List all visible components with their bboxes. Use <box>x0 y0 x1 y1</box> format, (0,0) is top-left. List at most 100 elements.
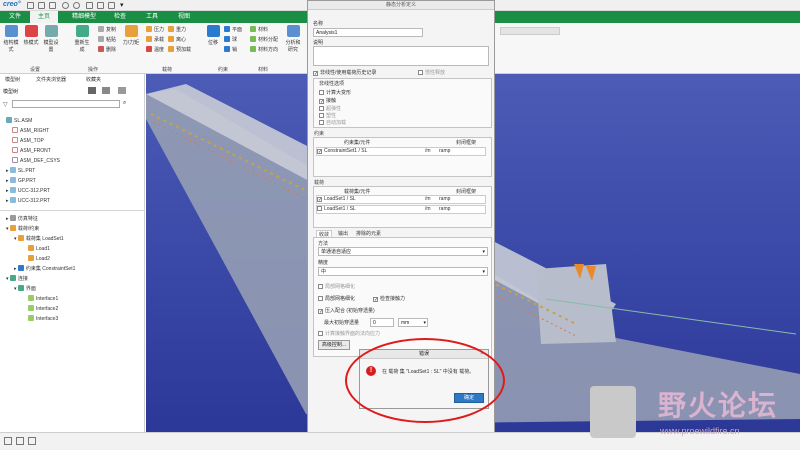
tab-view[interactable]: 视图 <box>172 11 196 23</box>
auto-load-checkbox[interactable]: 自动加载 <box>319 119 346 126</box>
tab-folder-browser[interactable]: 文件夹浏览器 <box>34 76 68 84</box>
save-icon[interactable] <box>49 2 56 9</box>
tree-item-interface[interactable]: Interface2 <box>28 304 58 314</box>
tree-item-datum[interactable]: ASM_FRONT <box>12 146 51 156</box>
local-mesh-checkbox[interactable]: 局部网格细化 <box>318 283 355 290</box>
structure-mode-button[interactable]: 结构模式 <box>2 25 20 53</box>
material-orientation-button[interactable]: 材料方向 <box>250 45 278 55</box>
tab-excluded-elements[interactable]: 排除的元素 <box>354 230 383 237</box>
plane-button[interactable]: 平面 <box>224 25 242 35</box>
tree-item-connections[interactable]: ▾ 连接 <box>6 274 28 284</box>
tree-item-loadset[interactable]: ▾ 载荷集 LoadSet1 <box>14 234 64 244</box>
hyperelastic-checkbox[interactable]: 超弹性 <box>319 105 341 112</box>
tree-item-interface[interactable]: Interface1 <box>28 294 58 304</box>
undo-icon[interactable] <box>62 2 69 9</box>
max-penetration-input[interactable]: 0 <box>370 318 394 327</box>
tree-item-part[interactable]: ▸ GP.PRT <box>6 176 36 186</box>
displacement-button[interactable]: 位移 <box>204 25 222 46</box>
rigid-refine-checkbox[interactable]: 局部网格细化 <box>318 295 355 302</box>
toggle-browser-icon[interactable] <box>16 437 24 445</box>
model-setup-button[interactable]: 模型设置 <box>42 25 60 53</box>
tab-home[interactable]: 主页 <box>30 11 58 23</box>
constraints-table: 约束集/元件 封闭框架 ✓ ConstraintSet1 / SL/m ramp <box>313 137 492 177</box>
dialog-title: 静态分析定义 <box>308 1 494 10</box>
tree-search-input[interactable] <box>12 100 120 108</box>
pin-icon <box>224 46 230 52</box>
tree-item-part[interactable]: ▸ SL.PRT <box>6 166 35 176</box>
inertia-relief-checkbox[interactable]: 惯性释放 <box>418 69 445 76</box>
bearing-button[interactable]: 承载 <box>146 35 164 45</box>
search-icon[interactable]: ⌕ <box>123 100 126 107</box>
datum-plane-icon <box>12 127 18 133</box>
show-icon[interactable] <box>118 87 126 94</box>
delete-button[interactable]: 删除 <box>98 45 116 55</box>
constraint-icon <box>17 265 24 271</box>
tree-item-constraintset[interactable]: ▸ 约束集 ConstraintSet1 <box>14 264 75 274</box>
description-input[interactable] <box>313 46 489 66</box>
new-file-icon[interactable] <box>27 2 34 9</box>
thermal-mode-button[interactable]: 热模式 <box>22 25 40 46</box>
creo-logo: creo° <box>3 1 21 8</box>
nonlinear-history-checkbox[interactable]: ✓ 非线性/使用载荷历史记录 <box>313 69 376 77</box>
tab-output[interactable]: 输出 <box>336 230 350 237</box>
plasticity-checkbox[interactable]: 塑性 <box>319 112 336 119</box>
tab-model-tree[interactable]: 模型树 <box>3 76 22 84</box>
temperature-button[interactable]: 温度 <box>146 45 164 55</box>
tree-item-csys[interactable]: ASM_DEF_CSYS <box>12 156 60 166</box>
tree-item-loads-constraints[interactable]: ▾ 载荷/约束 <box>6 224 39 234</box>
pressure-button[interactable]: 压力 <box>146 25 164 35</box>
fullscreen-icon[interactable] <box>28 437 36 445</box>
interface-stress-checkbox[interactable]: 计算接触界面的法向应力 <box>318 330 380 337</box>
check-contact-force-checkbox[interactable]: ✓ 检查接触力 <box>373 295 405 303</box>
tab-favorites[interactable]: 收藏夹 <box>84 76 103 84</box>
regenerate-button[interactable]: 重新生成 <box>73 25 91 53</box>
tree-item-interface[interactable]: Interface3 <box>28 314 58 324</box>
press-fit-checkbox[interactable]: ✓ 压入配合 (初始穿透量) <box>318 307 375 315</box>
copy-button[interactable]: 复制 <box>98 25 116 35</box>
advanced-button[interactable]: 高级控制... <box>318 340 350 350</box>
tree-settings-icon[interactable] <box>88 87 96 94</box>
material-button[interactable]: 材料 <box>250 25 268 35</box>
tree-item-datum[interactable]: ASM_RIGHT <box>12 126 49 136</box>
preload-button[interactable]: 预加载 <box>168 45 191 55</box>
ball-button[interactable]: 球 <box>224 35 237 45</box>
tree-item-load[interactable]: Load2 <box>28 254 50 264</box>
regenerate-icon[interactable] <box>86 2 93 9</box>
tree-item-sim-features[interactable]: ▸ 仿真特征 <box>6 214 38 224</box>
toggle-navigator-icon[interactable] <box>4 437 12 445</box>
redo-icon[interactable] <box>73 2 80 9</box>
accuracy-select[interactable]: 中 ▾ <box>318 267 488 276</box>
tree-item-root[interactable]: SL.ASM <box>6 116 32 126</box>
tree-item-load[interactable]: Load1 <box>28 244 50 254</box>
graphics-toolbar[interactable] <box>500 27 560 35</box>
centrifugal-button[interactable]: 离心 <box>168 35 186 45</box>
method-select[interactable]: 单通道自适应 ▾ <box>318 247 488 256</box>
large-deformation-checkbox[interactable]: 计算大变形 <box>319 89 351 96</box>
windows-icon[interactable] <box>97 2 104 9</box>
contact-checkbox[interactable]: ✓ 接触 <box>319 97 336 105</box>
tree-item-part[interactable]: ▸ UCC-312.PRT <box>6 186 50 196</box>
penetration-unit-select[interactable]: mm ▾ <box>398 318 428 327</box>
analysis-name-input[interactable]: Analysis1 <box>313 28 423 37</box>
pin-button[interactable]: 销 <box>224 45 237 55</box>
tab-refine-model[interactable]: 精细模型 <box>64 11 104 23</box>
tree-item-interfaces[interactable]: ▾ 界面 <box>14 284 36 294</box>
tree-columns-icon[interactable] <box>102 87 110 94</box>
tree-item-part[interactable]: ▸ UCC-312.PRT <box>6 196 50 206</box>
filter-icon[interactable]: ▽ <box>3 101 8 108</box>
constraint-row[interactable]: ✓ ConstraintSet1 / SL/m ramp <box>316 147 486 156</box>
tree-item-datum[interactable]: ASM_TOP <box>12 136 44 146</box>
load-row[interactable]: LoadSet1 / SL/m ramp <box>316 205 486 214</box>
close-window-icon[interactable] <box>108 2 115 9</box>
force-moment-button[interactable]: 力/力矩 <box>122 25 140 46</box>
open-icon[interactable] <box>38 2 45 9</box>
load-row[interactable]: ✓ LoadSet1 / SL/m ramp <box>316 195 486 204</box>
tab-file[interactable]: 文件 <box>4 11 26 23</box>
quick-access-dropdown-icon[interactable]: ▾ <box>120 1 124 9</box>
analyses-studies-button[interactable]: 分析和研究 <box>284 25 302 53</box>
material-assignment-button[interactable]: 材料分配 <box>250 35 278 45</box>
tab-inspect[interactable]: 检查 <box>108 11 132 23</box>
paste-button[interactable]: 粘贴 <box>98 35 116 45</box>
tab-tools[interactable]: 工具 <box>140 11 164 23</box>
gravity-button[interactable]: 重力 <box>168 25 186 35</box>
